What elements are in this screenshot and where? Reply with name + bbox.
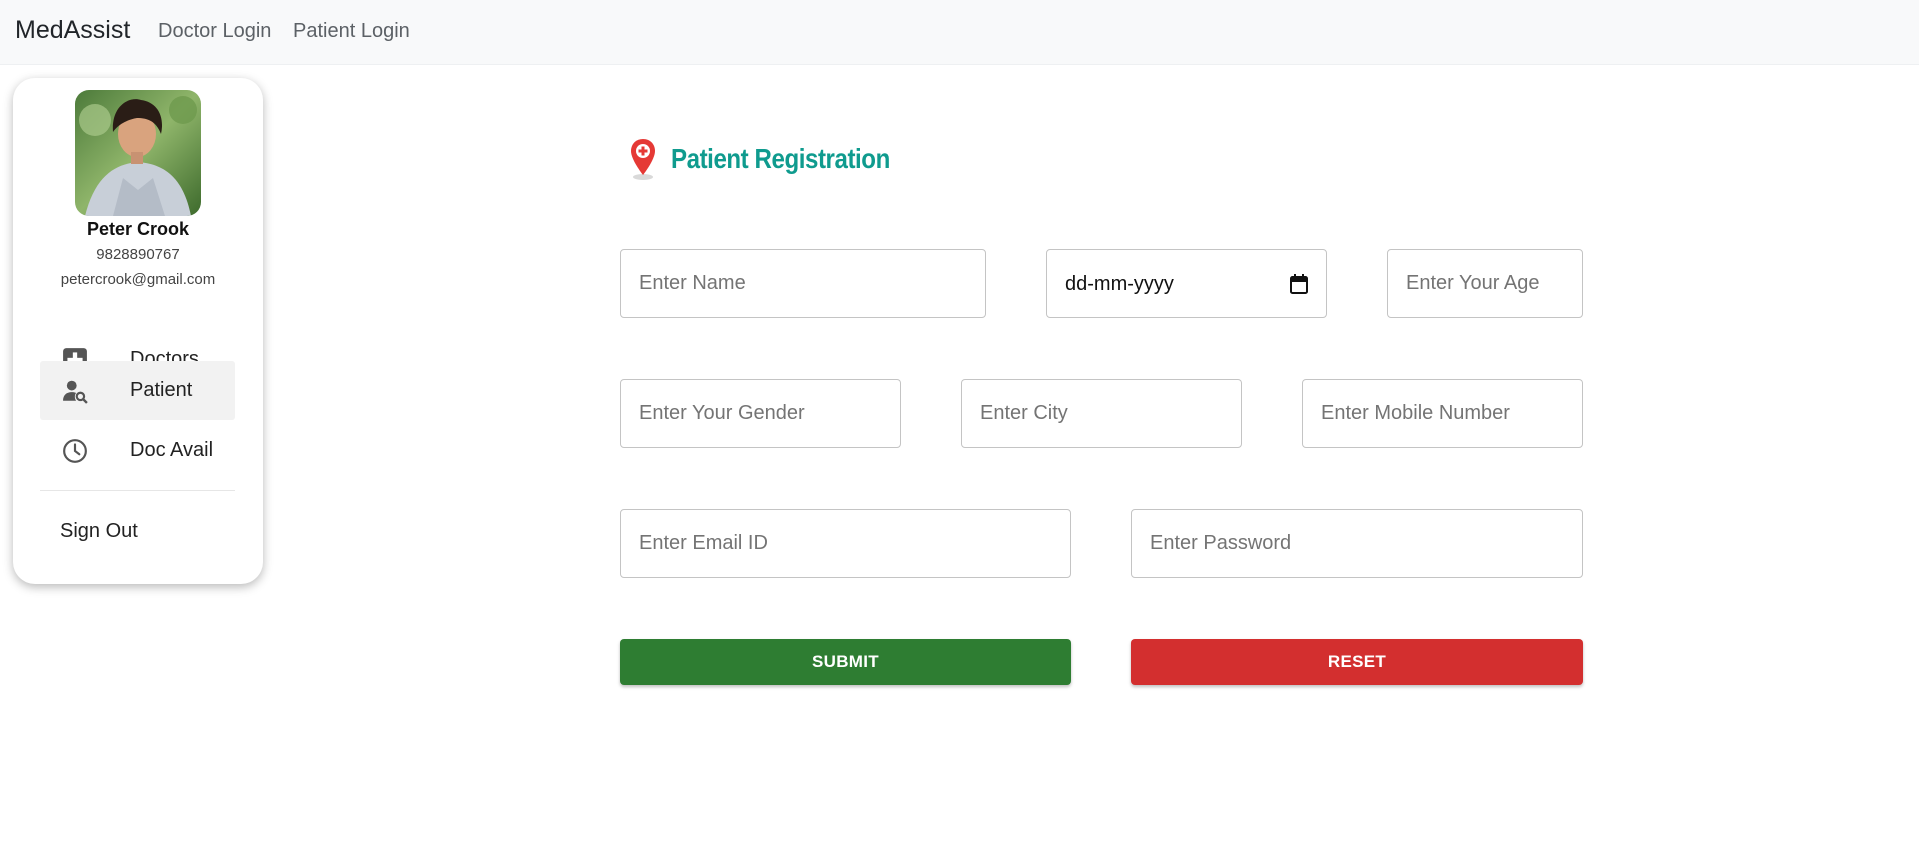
date-placeholder: dd-mm-yyyy bbox=[1065, 273, 1174, 295]
profile-sidebar: Peter Crook 9828890767 petercrook@gmail.… bbox=[13, 78, 263, 584]
top-navbar: MedAssist Doctor Login Patient Login bbox=[0, 0, 1919, 65]
user-name: Peter Crook bbox=[86, 219, 190, 239]
map-pin-plus-icon bbox=[631, 139, 655, 180]
doctor-login-link[interactable]: Doctor Login bbox=[158, 20, 271, 43]
submit-button[interactable]: SUBMIT bbox=[620, 639, 1071, 685]
date-of-birth-input[interactable]: dd-mm-yyyy bbox=[1046, 249, 1327, 318]
page-title: Patient Registration bbox=[671, 143, 890, 174]
sidebar-item-doc-avail[interactable]: Doc Avail bbox=[40, 421, 235, 480]
password-input[interactable] bbox=[1131, 509, 1583, 578]
person-search-icon bbox=[63, 380, 88, 404]
patient-login-link[interactable]: Patient Login bbox=[293, 20, 410, 43]
sign-out-link[interactable]: Sign Out bbox=[60, 520, 138, 543]
reset-button[interactable]: RESET bbox=[1131, 639, 1583, 685]
name-input[interactable] bbox=[620, 249, 986, 318]
user-phone: 9828890767 bbox=[96, 246, 180, 263]
sidebar-item-patient[interactable]: Patient bbox=[40, 361, 235, 420]
sidebar-item-label: Doc Avail bbox=[130, 439, 214, 461]
clock-icon bbox=[63, 439, 87, 463]
calendar-icon[interactable] bbox=[1290, 274, 1308, 294]
city-input[interactable] bbox=[961, 379, 1242, 448]
age-input[interactable] bbox=[1387, 249, 1583, 318]
user-email: petercrook@gmail.com bbox=[60, 271, 216, 288]
sidebar-divider bbox=[40, 490, 235, 491]
sidebar-item-label: Patient bbox=[130, 379, 193, 401]
mobile-number-input[interactable] bbox=[1302, 379, 1583, 448]
email-input[interactable] bbox=[620, 509, 1071, 578]
gender-input[interactable] bbox=[620, 379, 901, 448]
avatar bbox=[75, 90, 201, 216]
brand-logo-text[interactable]: MedAssist bbox=[15, 16, 130, 45]
